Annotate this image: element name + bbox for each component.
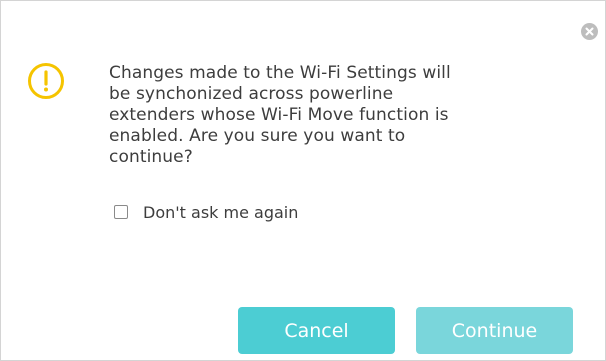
dont-ask-again-checkbox[interactable] xyxy=(114,205,128,219)
dialog-message: Changes made to the Wi-Fi Settings will … xyxy=(109,63,579,168)
confirm-dialog: Changes made to the Wi-Fi Settings will … xyxy=(0,0,606,361)
cancel-button[interactable]: Cancel xyxy=(238,307,395,354)
message-line: extenders whose Wi-Fi Move function is xyxy=(109,105,449,125)
warning-icon xyxy=(27,62,65,100)
message-line: be synchonized across powerline xyxy=(109,84,394,104)
dont-ask-again-label[interactable]: Don't ask me again xyxy=(143,203,298,222)
message-line: continue? xyxy=(109,147,193,167)
message-line: Changes made to the Wi-Fi Settings will xyxy=(109,63,451,83)
close-icon xyxy=(585,27,594,36)
close-button[interactable] xyxy=(581,23,598,40)
message-line: enabled. Are you sure you want to xyxy=(109,126,406,146)
continue-button[interactable]: Continue xyxy=(416,307,573,354)
dont-ask-again-option[interactable]: Don't ask me again xyxy=(114,201,298,223)
